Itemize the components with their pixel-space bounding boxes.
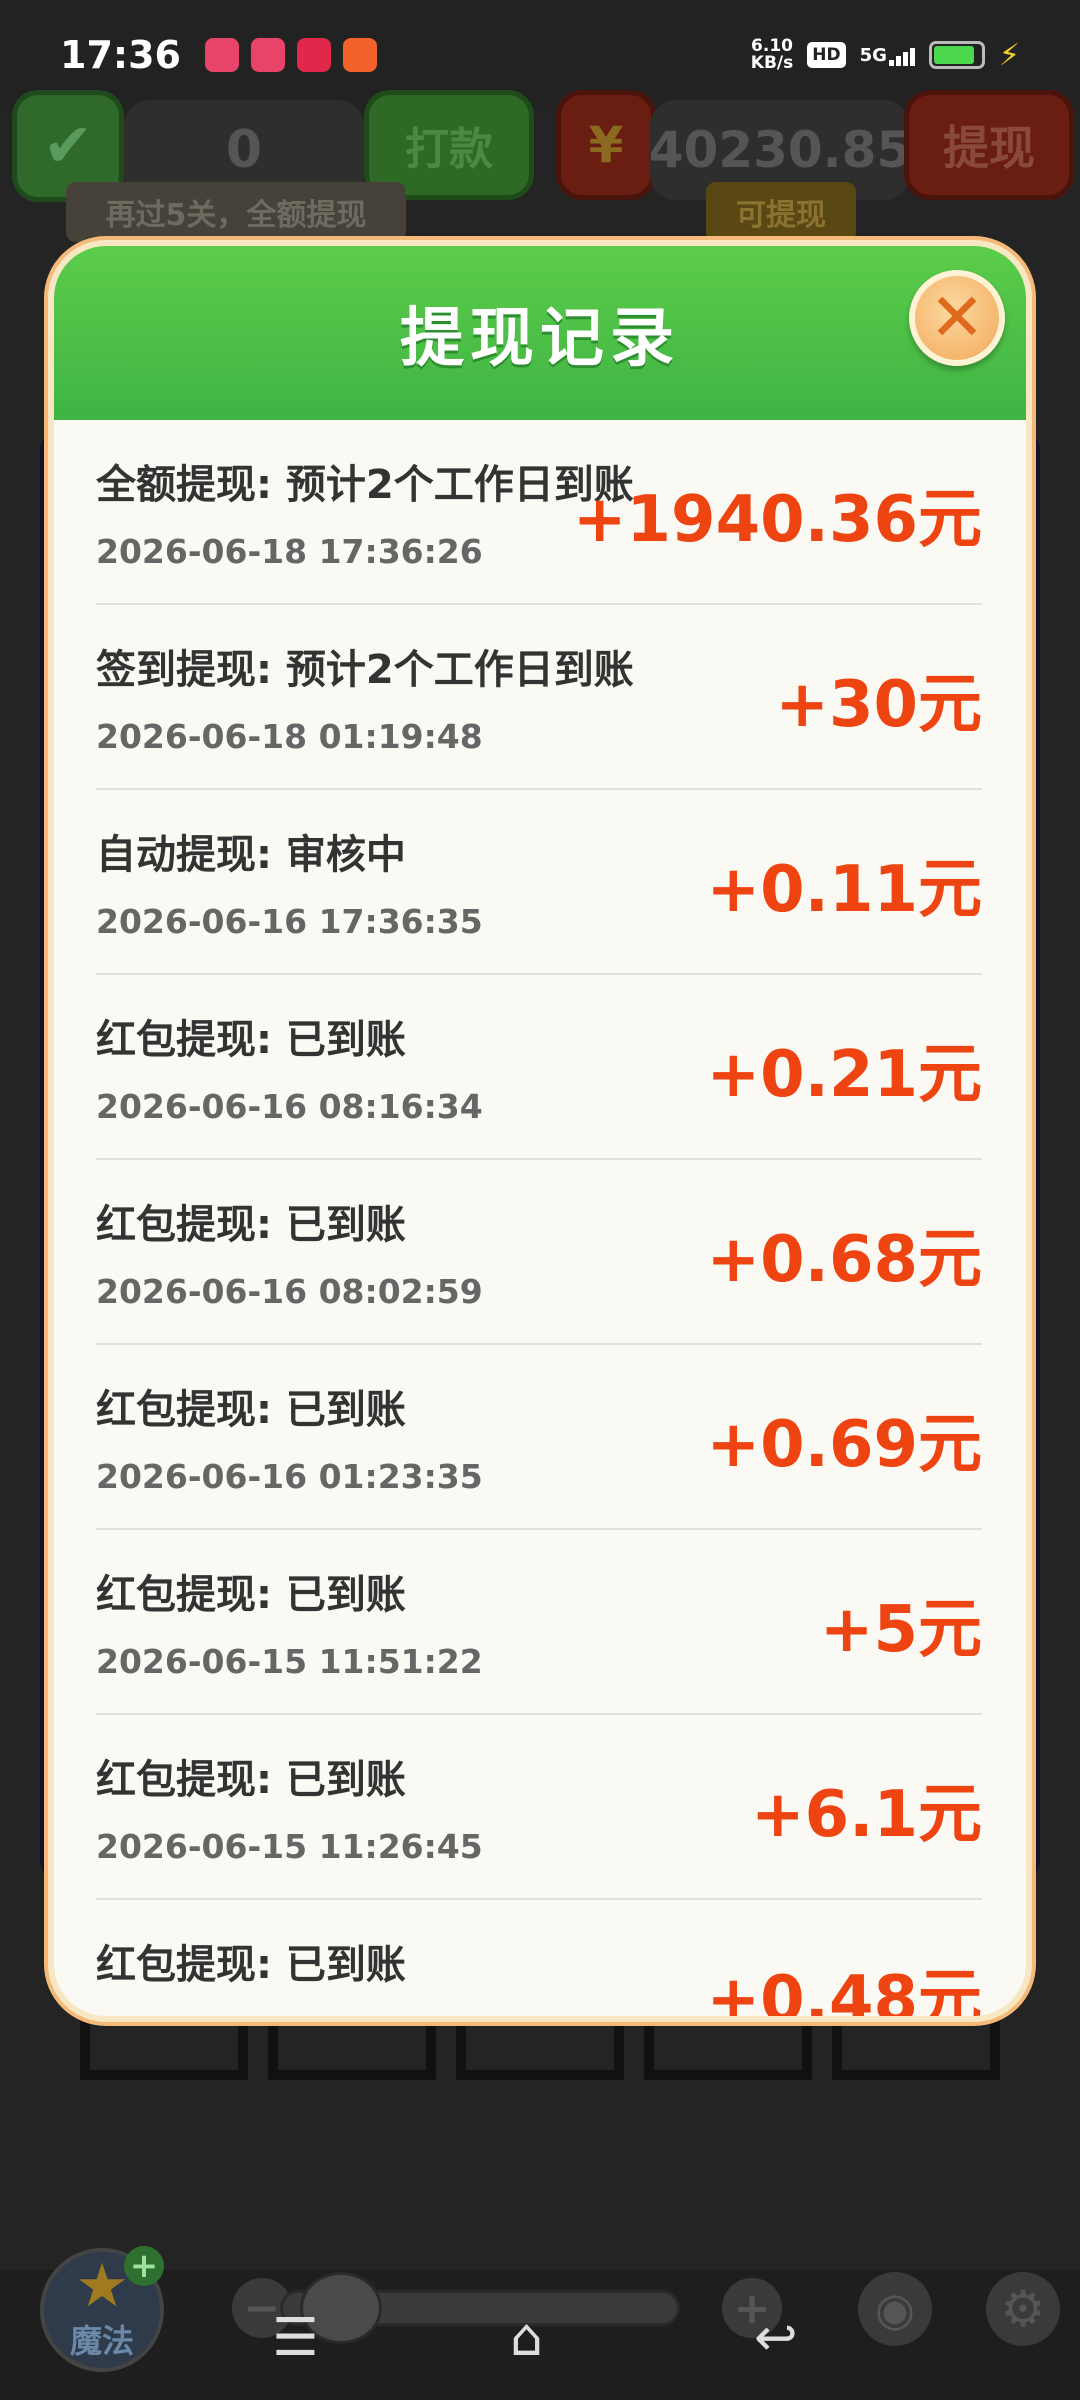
record-amount: +0.48元 [706, 1963, 982, 2016]
app-notification-icon [342, 38, 377, 72]
gear-icon[interactable]: ⚙ [986, 2272, 1060, 2346]
record-amount: +0.21元 [706, 1038, 982, 1112]
list-item: 全额提现: 预计2个工作日到账 2026-06-18 17:36:26 +194… [96, 420, 982, 605]
record-title: 红包提现: 已到账 [96, 1387, 406, 1433]
withdraw-button[interactable]: 提现 [904, 90, 1074, 200]
record-title: 红包提现: 已到账 [96, 1017, 406, 1063]
red-packet-icon: ¥ [556, 90, 656, 200]
list-item: 红包提现: 已到账 +0.48元 [96, 1900, 982, 2016]
list-item: 红包提现: 已到账 2026-06-16 08:16:34 +0.21元 [96, 975, 982, 1160]
app-notification-icon [296, 38, 331, 72]
record-time: 2026-06-16 08:02:59 [96, 1272, 483, 1311]
record-title: 红包提现: 已到账 [96, 1942, 406, 1988]
counter-hint: 再过5关，全额提现 [66, 182, 406, 242]
record-amount: +0.69元 [706, 1408, 982, 1482]
record-amount: +30元 [775, 668, 982, 742]
record-time: 2026-06-15 11:51:22 [96, 1642, 483, 1681]
record-time: 2026-06-15 11:26:45 [96, 1827, 483, 1866]
record-time: 2026-06-16 01:23:35 [96, 1457, 483, 1496]
charging-icon: ⚡ [998, 37, 1020, 73]
record-time: 2026-06-16 08:16:34 [96, 1087, 483, 1126]
menu-icon[interactable]: ☰ [272, 2308, 319, 2368]
hd-badge: HD [807, 42, 846, 68]
record-time: 2026-06-18 17:36:26 [96, 532, 483, 571]
close-icon[interactable]: ✕ [909, 270, 1005, 366]
star-icon: ★ [75, 2251, 129, 2321]
network-speed-unit: KB/s [750, 53, 794, 73]
withdraw-hint: 可提现 [706, 182, 856, 242]
magic-button[interactable]: ★ 魔法 + [40, 2246, 164, 2372]
app-notification-icon [204, 38, 239, 72]
home-icon[interactable]: ⌂ [510, 2308, 543, 2368]
magic-label: 魔法 [69, 2322, 134, 2360]
network-speed: 6.10 KB/s [751, 38, 793, 72]
record-title: 红包提现: 已到账 [96, 1757, 406, 1803]
record-amount: +0.68元 [706, 1223, 982, 1297]
list-item: 签到提现: 预计2个工作日到账 2026-06-18 01:19:48 +30元 [96, 605, 982, 790]
battery-icon [928, 41, 985, 69]
back-icon[interactable]: ↩ [754, 2308, 798, 2368]
record-time: 2026-06-16 17:36:35 [96, 902, 483, 941]
list-item: 红包提现: 已到账 2026-06-16 01:23:35 +0.69元 [96, 1345, 982, 1530]
withdraw-records-dialog: 提现记录 全额提现: 预计2个工作日到账 2026-06-18 17:36:26… [54, 246, 1026, 2016]
record-title: 自动提现: 审核中 [96, 832, 406, 878]
record-title: 签到提现: 预计2个工作日到账 [96, 647, 634, 693]
status-time: 17:36 [60, 33, 181, 77]
record-amount: +6.1元 [751, 1778, 982, 1852]
network-type: 5G [859, 44, 887, 66]
list-item: 自动提现: 审核中 2026-06-16 17:36:35 +0.11元 [96, 790, 982, 975]
list-item: 红包提现: 已到账 2026-06-16 08:02:59 +0.68元 [96, 1160, 982, 1345]
list-item: 红包提现: 已到账 2026-06-15 11:51:22 +5元 [96, 1530, 982, 1715]
dialog-header: 提现记录 [54, 246, 1026, 420]
record-title: 红包提现: 已到账 [96, 1202, 406, 1248]
list-item: 红包提现: 已到账 2026-06-15 11:26:45 +6.1元 [96, 1715, 982, 1900]
dialog-title: 提现记录 [400, 302, 680, 376]
record-time: 2026-06-18 01:19:48 [96, 717, 483, 756]
record-amount: +5元 [819, 1593, 982, 1667]
plus-icon: + [124, 2246, 164, 2286]
app-notification-icon [250, 38, 285, 72]
record-title: 红包提现: 已到账 [96, 1572, 406, 1618]
records-list[interactable]: 全额提现: 预计2个工作日到账 2026-06-18 17:36:26 +194… [96, 420, 982, 2016]
record-title: 全额提现: 预计2个工作日到账 [96, 462, 634, 508]
signal-icon: 5G [860, 45, 915, 66]
record-amount: +1940.36元 [572, 483, 982, 557]
record-amount: +0.11元 [706, 853, 982, 927]
eye-icon[interactable]: ◉ [858, 2272, 932, 2346]
